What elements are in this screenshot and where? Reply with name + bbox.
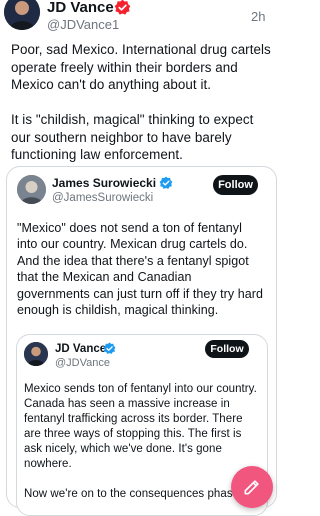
nested-quote-author-handle[interactable]: @JDVance	[55, 356, 110, 371]
avatar-photo	[4, 0, 40, 30]
post-text: Poor, sad Mexico. International drug car…	[11, 42, 271, 162]
quoted-post[interactable]: James Surowiecki @JamesSurowiecki Follow…	[6, 166, 277, 516]
nested-quote-text: Mexico sends ton of fentanyl into our co…	[24, 383, 257, 500]
author-name[interactable]: JD Vance	[47, 0, 114, 17]
nested-quote-author-avatar[interactable]	[24, 342, 48, 366]
quote-author-name[interactable]: James Surowiecki	[52, 176, 156, 191]
nested-quote-follow-button[interactable]: Follow	[205, 340, 249, 358]
compose-button[interactable]	[231, 466, 273, 508]
verified-badge-icon	[159, 176, 173, 195]
author-handle[interactable]: @JDVance1	[47, 17, 119, 32]
avatar-photo	[17, 175, 46, 204]
compose-icon	[244, 480, 259, 495]
nested-quote-author-name[interactable]: JD Vance	[55, 342, 106, 356]
quote-author-handle[interactable]: @JamesSurowiecki	[52, 191, 153, 206]
quote-author-avatar[interactable]	[17, 175, 46, 204]
author-avatar[interactable]	[4, 0, 40, 30]
avatar-photo	[24, 342, 48, 366]
post-timestamp[interactable]: 2h	[251, 9, 265, 24]
quote-text: "Mexico" does not send a ton of fentanyl…	[17, 221, 263, 318]
quote-follow-button[interactable]: Follow	[213, 175, 258, 195]
